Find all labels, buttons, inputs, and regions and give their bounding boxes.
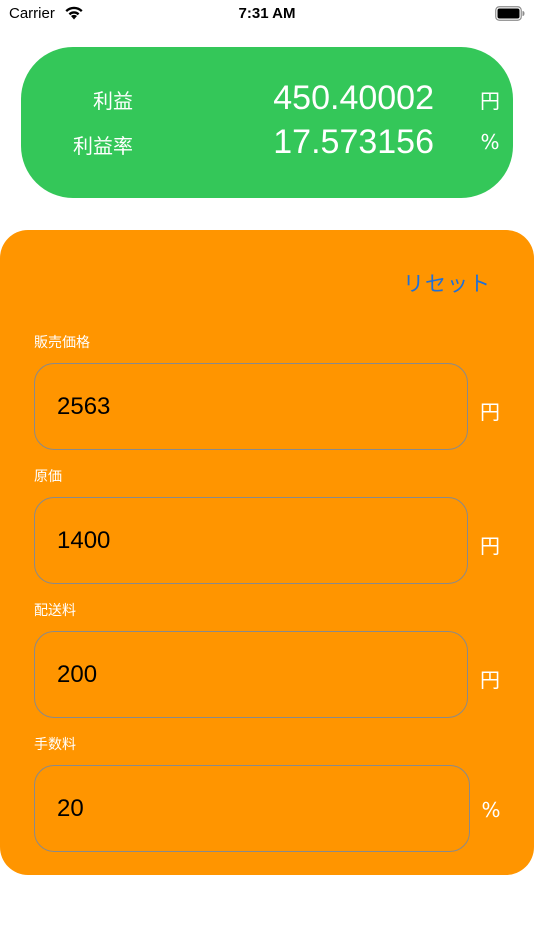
shipping-fee-label: 配送料	[34, 603, 76, 619]
reset-button[interactable]: リセット	[392, 268, 502, 300]
profit-value: 450.40002	[273, 79, 434, 117]
margin-unit: %	[480, 130, 500, 154]
commission-label: 手数料	[34, 737, 76, 753]
commission-field[interactable]	[34, 765, 470, 852]
selling-price-label: 販売価格	[34, 335, 90, 351]
profit-unit: 円	[480, 89, 500, 113]
battery-icon	[495, 6, 525, 21]
selling-price-unit: 円	[480, 400, 500, 424]
margin-value: 17.573156	[273, 123, 434, 161]
cost-field[interactable]	[34, 497, 468, 584]
selling-price-field[interactable]	[34, 363, 468, 450]
status-bar: Carrier 7:31 AM	[0, 0, 534, 28]
commission-unit: %	[481, 798, 501, 822]
cost-unit: 円	[480, 534, 500, 558]
shipping-fee-unit: 円	[480, 668, 500, 692]
shipping-fee-input[interactable]	[55, 632, 439, 718]
cost-label: 原価	[34, 469, 62, 485]
profit-label: 利益	[93, 89, 133, 113]
selling-price-input[interactable]	[55, 364, 439, 450]
cost-input[interactable]	[55, 498, 439, 584]
shipping-fee-field[interactable]	[34, 631, 468, 718]
input-form-panel: リセット 販売価格 円 原価 円 配送料 円 手数料 %	[0, 230, 534, 875]
result-card: 利益 450.40002 円 利益率 17.573156 %	[21, 47, 513, 198]
clock: 7:31 AM	[238, 5, 296, 22]
margin-label: 利益率	[73, 134, 133, 158]
commission-input[interactable]	[55, 766, 439, 852]
